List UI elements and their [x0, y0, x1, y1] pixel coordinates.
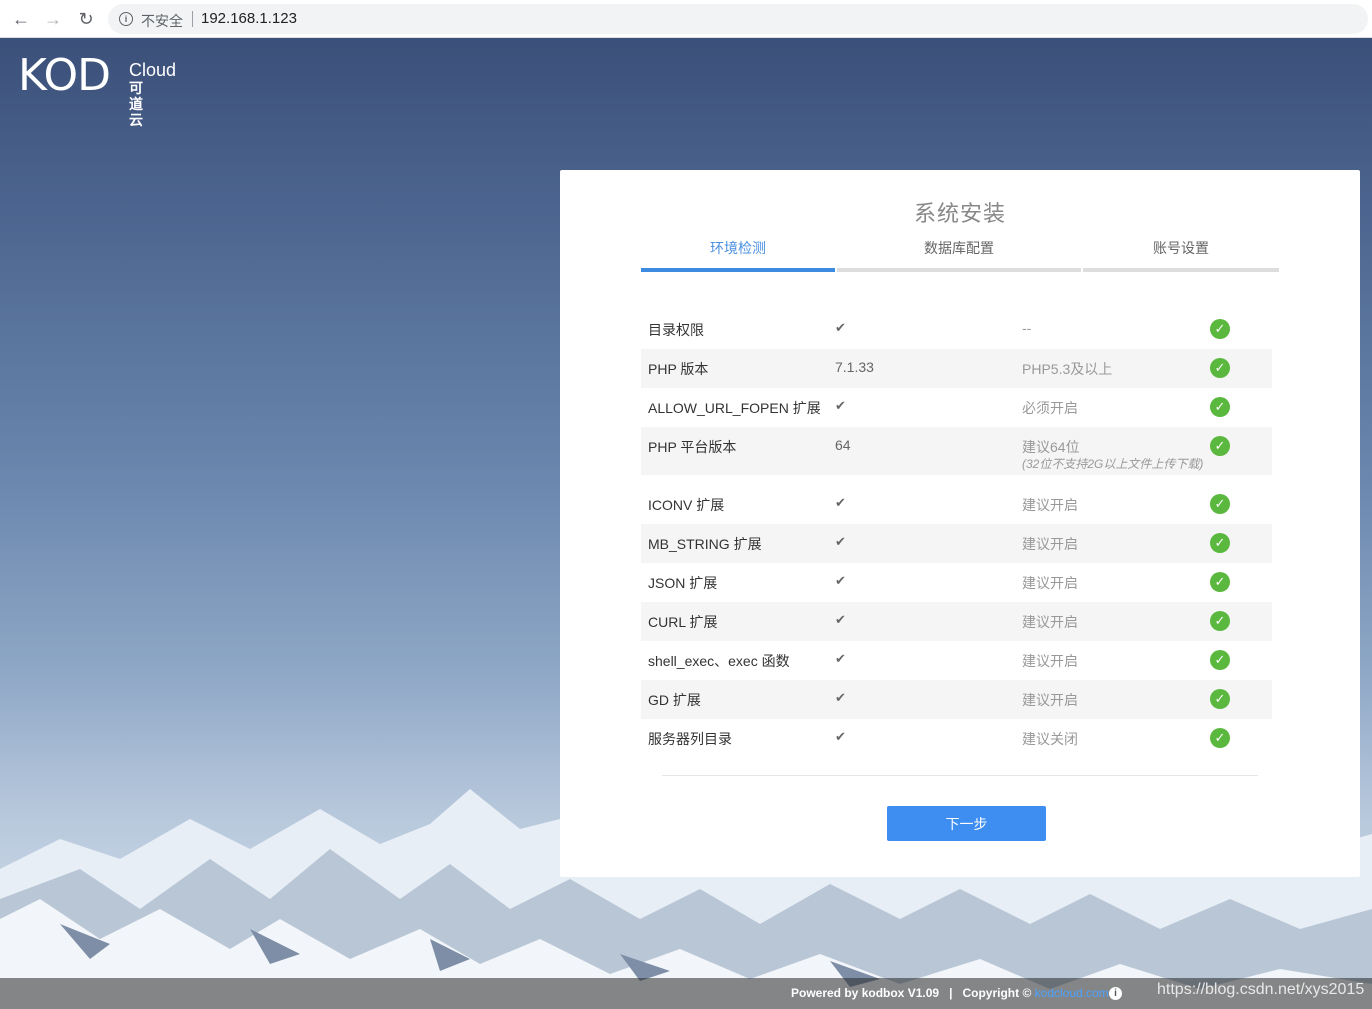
powered-by: Powered by kodbox V1.09	[791, 986, 940, 1000]
watermark: https://blog.csdn.net/xys2015	[1157, 981, 1365, 998]
check-value: ✔	[835, 534, 846, 549]
tab-account-settings[interactable]: 账号设置	[1083, 238, 1279, 272]
browser-toolbar: ← → ↻ i 不安全 192.168.1.123	[0, 0, 1372, 38]
check-value: ✔	[835, 651, 846, 666]
check-row: MB_STRING 扩展 ✔ 建议开启 ✓	[641, 524, 1272, 563]
check-ok-icon: ✓	[1210, 319, 1230, 339]
copyright: Copyright ©	[962, 986, 1032, 1000]
check-list: 目录权限 ✔ -- ✓ PHP 版本 7.1.33 PHP5.3及以上 ✓ AL…	[641, 310, 1272, 758]
check-requirement: 建议开启	[1022, 536, 1078, 552]
check-row: JSON 扩展 ✔ 建议开启 ✓	[641, 563, 1272, 602]
check-name: ICONV 扩展	[648, 497, 725, 513]
panel-title: 系统安装	[913, 201, 1006, 226]
check-row: shell_exec、exec 函数 ✔ 建议开启 ✓	[641, 641, 1272, 680]
check-requirement: 建议64位	[1022, 439, 1080, 455]
check-value: ✔	[835, 398, 846, 413]
check-row: PHP 平台版本 64 建议64位 (32位不支持2G以上文件上传下载) ✓	[641, 427, 1272, 475]
check-requirement: 建议开启	[1022, 497, 1078, 513]
check-ok-icon: ✓	[1210, 650, 1230, 670]
check-ok-icon: ✓	[1210, 436, 1230, 456]
check-name: 服务器列目录	[648, 731, 732, 747]
tab-label: 账号设置	[1153, 240, 1209, 256]
check-ok-icon: ✓	[1210, 533, 1230, 553]
check-ok-icon: ✓	[1210, 689, 1230, 709]
check-value: ✔	[835, 729, 846, 744]
check-requirement: 必须开启	[1022, 400, 1078, 416]
check-value: ✔	[835, 690, 846, 705]
check-value: ✔	[835, 320, 846, 335]
check-name: PHP 平台版本	[648, 439, 737, 455]
tab-label: 环境检测	[710, 240, 766, 256]
check-row: ICONV 扩展 ✔ 建议开启 ✓	[641, 485, 1272, 524]
check-value: ✔	[835, 495, 846, 510]
footer-text: Powered by kodbox V1.09 | Copyright © ko…	[791, 986, 1109, 1000]
tab-indicator	[837, 268, 1081, 272]
check-requirement: --	[1022, 320, 1032, 336]
install-steps: 环境检测 数据库配置 账号设置	[641, 238, 1279, 272]
check-requirement: 建议开启	[1022, 653, 1078, 669]
check-name: shell_exec、exec 函数	[648, 653, 790, 669]
check-name: MB_STRING 扩展	[648, 536, 762, 552]
check-row: ALLOW_URL_FOPEN 扩展 ✔ 必须开启 ✓	[641, 388, 1272, 427]
check-name: CURL 扩展	[648, 614, 718, 630]
forward-arrow-icon[interactable]: →	[43, 9, 63, 29]
check-row: 目录权限 ✔ -- ✓	[641, 310, 1272, 349]
info-icon[interactable]: i	[119, 12, 133, 26]
check-row: GD 扩展 ✔ 建议开启 ✓	[641, 680, 1272, 719]
check-name: PHP 版本	[648, 361, 709, 377]
check-ok-icon: ✓	[1210, 358, 1230, 378]
footer-separator: |	[949, 986, 953, 1000]
check-value: ✔	[835, 573, 846, 588]
divider	[662, 775, 1258, 776]
check-ok-icon: ✓	[1210, 611, 1230, 631]
check-ok-icon: ✓	[1210, 728, 1230, 748]
info-icon[interactable]: i	[1109, 987, 1122, 1000]
check-requirement: 建议关闭	[1022, 731, 1078, 747]
logo-cloud: Cloud	[129, 60, 177, 80]
kodcloud-link[interactable]: kodcloud.com	[1035, 986, 1109, 1000]
check-row: 服务器列目录 ✔ 建议关闭 ✓	[641, 719, 1272, 758]
check-ok-icon: ✓	[1210, 397, 1230, 417]
address-bar[interactable]: i 不安全 192.168.1.123	[108, 4, 1368, 34]
check-ok-icon: ✓	[1210, 494, 1230, 514]
check-value: 64	[835, 437, 851, 453]
logo-main: KOD	[18, 50, 111, 101]
check-ok-icon: ✓	[1210, 572, 1230, 592]
url-text[interactable]: 192.168.1.123	[201, 10, 297, 27]
tab-database-config[interactable]: 数据库配置	[837, 238, 1081, 272]
logo-cn: 可道云	[129, 80, 143, 128]
check-name: JSON 扩展	[648, 575, 718, 591]
install-panel: 系统安装 环境检测 数据库配置 账号设置 目录权限 ✔ -- ✓ PHP 版本 …	[560, 170, 1360, 877]
divider	[192, 11, 193, 27]
tab-environment-check[interactable]: 环境检测	[641, 238, 835, 272]
tab-indicator	[1083, 268, 1279, 272]
check-row: CURL 扩展 ✔ 建议开启 ✓	[641, 602, 1272, 641]
check-note: (32位不支持2G以上文件上传下载)	[1022, 457, 1204, 471]
check-value: ✔	[835, 612, 846, 627]
tab-indicator	[641, 268, 835, 272]
check-name: 目录权限	[648, 322, 704, 338]
footer-bar: Powered by kodbox V1.09 | Copyright © ko…	[0, 978, 1372, 1009]
check-requirement: 建议开启	[1022, 614, 1078, 630]
check-value: 7.1.33	[835, 359, 874, 375]
check-requirement: 建议开启	[1022, 692, 1078, 708]
check-row: PHP 版本 7.1.33 PHP5.3及以上 ✓	[641, 349, 1272, 388]
tab-label: 数据库配置	[924, 240, 994, 256]
check-name: GD 扩展	[648, 692, 701, 708]
check-name: ALLOW_URL_FOPEN 扩展	[648, 400, 821, 416]
check-requirement: 建议开启	[1022, 575, 1078, 591]
check-requirement: PHP5.3及以上	[1022, 361, 1113, 377]
next-step-button[interactable]: 下一步	[887, 806, 1046, 841]
security-label: 不安全	[141, 13, 183, 29]
reload-icon[interactable]: ↻	[76, 9, 96, 29]
back-arrow-icon[interactable]: ←	[11, 9, 31, 29]
